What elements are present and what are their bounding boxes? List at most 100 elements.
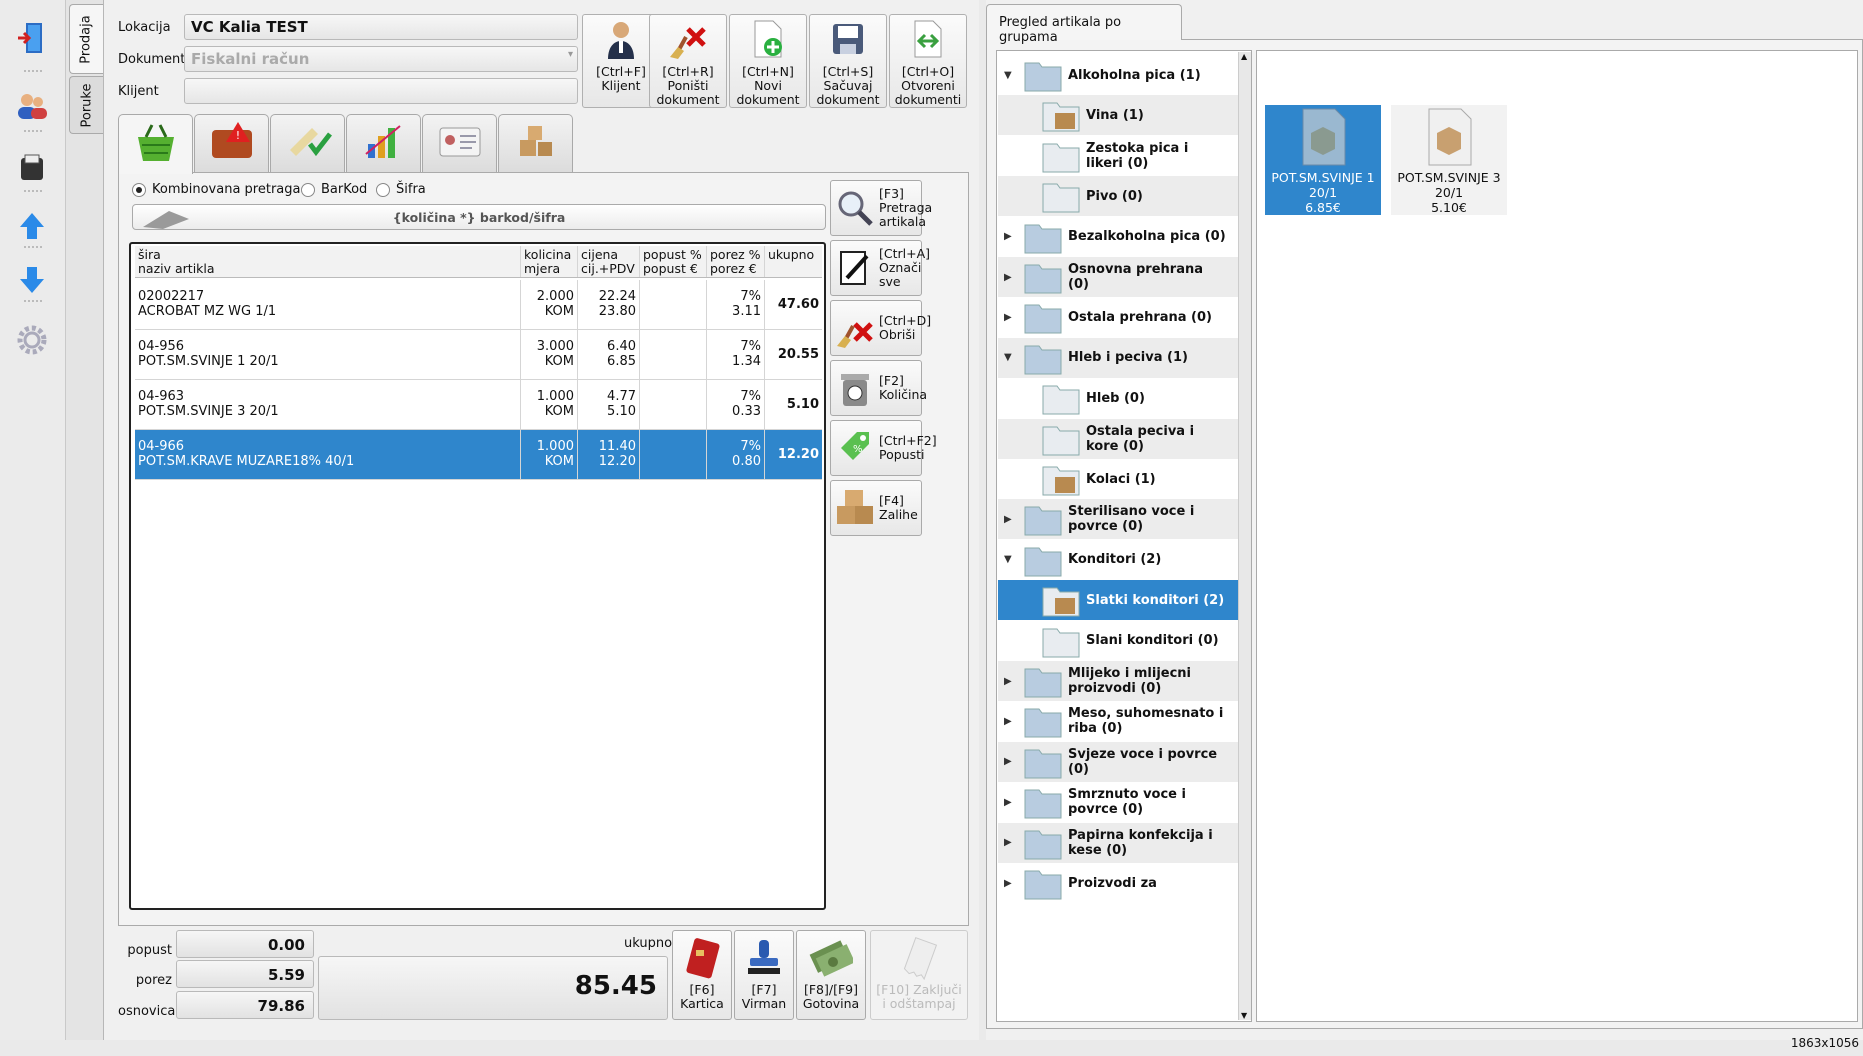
- radio-label: BarKod: [321, 182, 368, 197]
- lokacija-field[interactable]: VC Kalia TEST: [184, 14, 578, 40]
- expand-closed-icon[interactable]: ▶: [1004, 512, 1012, 527]
- table-row[interactable]: 04-966 POT.SM.KRAVE MUZARE18% 40/1 1.000 KO…: [135, 430, 822, 480]
- expand-open-icon[interactable]: ▼: [1004, 68, 1012, 83]
- expand-closed-icon[interactable]: ▶: [1004, 795, 1012, 810]
- tree-item[interactable]: ▼ Alkoholna pica (1): [998, 55, 1238, 95]
- button-label: Količina: [879, 387, 928, 402]
- exit-door-icon[interactable]: [14, 20, 50, 56]
- tree-item[interactable]: ▶ Papirna konfekcija i kese (0): [998, 822, 1238, 863]
- gotovina-button[interactable]: [F8]/[F9] Gotovina: [796, 930, 866, 1020]
- tree-item[interactable]: Vina (1): [998, 95, 1238, 136]
- label-line: Konditori (2): [1068, 552, 1162, 568]
- expand-closed-icon[interactable]: ▶: [1004, 270, 1012, 285]
- tree-item[interactable]: ▶ Osnovna prehrana (0): [998, 257, 1238, 297]
- tree-item[interactable]: Zestoka pica i likeri (0): [998, 136, 1238, 176]
- label-line: Svjeze voce i povrce: [1068, 746, 1218, 762]
- settings-gear-icon[interactable]: [14, 322, 50, 358]
- oznaci-sve-button[interactable]: [Ctrl+A] Označi sve: [830, 240, 930, 296]
- novi-dokument-button[interactable]: [Ctrl+N] Novi dokument: [729, 14, 807, 108]
- tab-poruke[interactable]: Poruke: [69, 76, 103, 134]
- users-icon[interactable]: [14, 88, 50, 124]
- table-row[interactable]: 04-956 POT.SM.SVINJE 1 20/1 3.000 KOM 6.40 6.…: [135, 330, 822, 380]
- expand-open-icon[interactable]: ▼: [1004, 552, 1012, 567]
- expand-closed-icon[interactable]: ▶: [1004, 310, 1012, 325]
- pretraga-artikala-button[interactable]: [F3] Pretraga artikala: [830, 180, 932, 236]
- expand-closed-icon[interactable]: ▶: [1004, 754, 1012, 769]
- tab-basket[interactable]: [118, 114, 193, 174]
- discount-tag-icon: %: [835, 428, 875, 468]
- sacuvaj-dokument-button[interactable]: [Ctrl+S] Sačuvaj dokument: [809, 14, 887, 108]
- cash-register-icon[interactable]: [14, 150, 50, 186]
- tree-item[interactable]: ▶ Sterilisano voce i povrce (0): [998, 499, 1238, 540]
- tab-prodaja[interactable]: Prodaja: [69, 4, 103, 74]
- expand-closed-icon[interactable]: ▶: [1004, 835, 1012, 850]
- cell-text: POT.SM.SVINJE 3 20/1: [138, 404, 279, 419]
- tree-scrollbar[interactable]: ▲ ▼: [1238, 52, 1251, 1020]
- expand-closed-icon[interactable]: ▶: [1004, 876, 1012, 891]
- zakljuci-odstampaj-button[interactable]: [F10] Zaključi i odštampaj: [870, 930, 968, 1020]
- arrow-up-icon[interactable]: [14, 208, 50, 244]
- article-tile[interactable]: POT.SM.SVINJE 1 20/1 6.85€: [1265, 105, 1381, 215]
- tab-pregled-artikala[interactable]: Pregled artikala po grupama: [986, 4, 1182, 45]
- zalihe-button[interactable]: [F4] Zalihe: [830, 480, 922, 536]
- ponisti-dokument-button[interactable]: [Ctrl+R] Poništi dokument: [649, 14, 727, 108]
- scroll-down-icon[interactable]: ▼: [1241, 1011, 1247, 1020]
- label-line: Osnovna prehrana: [1068, 262, 1204, 277]
- article-tile[interactable]: POT.SM.SVINJE 3 20/1 5.10€: [1391, 105, 1507, 215]
- dokument-select[interactable]: Fiskalni račun ▾: [184, 46, 578, 72]
- tree-item[interactable]: ▶ Svjeze voce i povrce (0): [998, 741, 1238, 782]
- radio-sifra[interactable]: Šifra: [376, 182, 426, 197]
- barcode-scanner-icon: [139, 207, 199, 232]
- kolicina-button[interactable]: [F2] Količina: [830, 360, 927, 416]
- tree-item[interactable]: Hleb (0): [998, 378, 1238, 418]
- header-kolicina: kolicina mjera: [521, 246, 578, 277]
- tab-wallet[interactable]: !: [194, 114, 269, 172]
- tree-item[interactable]: Slani konditori (0): [998, 621, 1238, 661]
- barcode-search-input[interactable]: {količina *} barkod/šifra: [132, 204, 826, 230]
- table-row[interactable]: 02002217 ACROBAT MZ WG 1/1 2.000 KOM 22.24 23…: [135, 280, 822, 330]
- popusti-button[interactable]: % [Ctrl+F2] Popusti: [830, 420, 937, 476]
- arrow-down-icon[interactable]: [14, 262, 50, 298]
- tree-item[interactable]: Kolaci (1): [998, 459, 1238, 499]
- obrisi-button[interactable]: [Ctrl+D] Obriši: [830, 300, 931, 356]
- tree-item[interactable]: Ostala peciva i kore (0): [998, 418, 1238, 459]
- tree-item[interactable]: ▶ Bezalkoholna pica (0): [998, 217, 1238, 257]
- label-line: Slani konditori (0): [1086, 633, 1219, 649]
- label-line: Kolaci (1): [1086, 471, 1156, 487]
- tree-item[interactable]: ▼ Konditori (2): [998, 540, 1238, 580]
- tree-item[interactable]: ▶ Mlijeko i mlijecni proizvodi (0): [998, 661, 1238, 701]
- scroll-up-icon[interactable]: ▲: [1241, 52, 1247, 61]
- klijent-field[interactable]: [184, 78, 578, 104]
- otvoreni-dokumenti-button[interactable]: [Ctrl+O] Otvoreni dokumenti: [889, 14, 967, 108]
- expand-closed-icon[interactable]: ▶: [1004, 229, 1012, 244]
- tab-id-card[interactable]: [422, 114, 497, 172]
- table-cell: 7% 0.80: [707, 430, 765, 479]
- expand-closed-icon[interactable]: ▶: [1004, 674, 1012, 689]
- tree-item[interactable]: ▶ Proizvodi za: [998, 863, 1238, 903]
- radio-kombinovana[interactable]: Kombinovana pretraga: [132, 182, 300, 197]
- expand-open-icon[interactable]: ▼: [1004, 350, 1012, 365]
- popust-label: popust: [127, 943, 172, 958]
- status-dimensions: 1863x1056: [1790, 1036, 1859, 1050]
- virman-button[interactable]: [F7] Virman: [734, 930, 794, 1020]
- folder-icon: [1022, 338, 1064, 378]
- folder-icon: [1022, 297, 1064, 337]
- article-price: 5.10€: [1431, 200, 1467, 215]
- tab-boxes[interactable]: [498, 114, 573, 172]
- tree-item[interactable]: ▶ Smrznuto voce i povrce (0): [998, 782, 1238, 822]
- table-row[interactable]: 04-963 POT.SM.SVINJE 3 20/1 1.000 KOM 4.77 5.…: [135, 380, 822, 430]
- tree-item[interactable]: Pivo (0): [998, 176, 1238, 217]
- tab-sign-check[interactable]: [270, 114, 345, 172]
- tree-item[interactable]: Slatki konditori (2): [998, 580, 1238, 621]
- expand-closed-icon[interactable]: ▶: [1004, 714, 1012, 729]
- tree-item[interactable]: ▶ Ostala prehrana (0): [998, 297, 1238, 337]
- kartica-button[interactable]: [F6] Kartica: [672, 930, 732, 1020]
- row-total: 12.20: [777, 447, 819, 462]
- cell-text: [643, 354, 703, 369]
- tab-chart[interactable]: [346, 114, 421, 172]
- tree-item[interactable]: ▼ Hleb i peciva (1): [998, 337, 1238, 378]
- label-line: kese (0): [1068, 842, 1128, 858]
- button-shortcut: [Ctrl+O]: [901, 64, 955, 79]
- radio-barkod[interactable]: BarKod: [301, 182, 367, 197]
- tree-item[interactable]: ▶ Meso, suhomesnato i riba (0): [998, 701, 1238, 741]
